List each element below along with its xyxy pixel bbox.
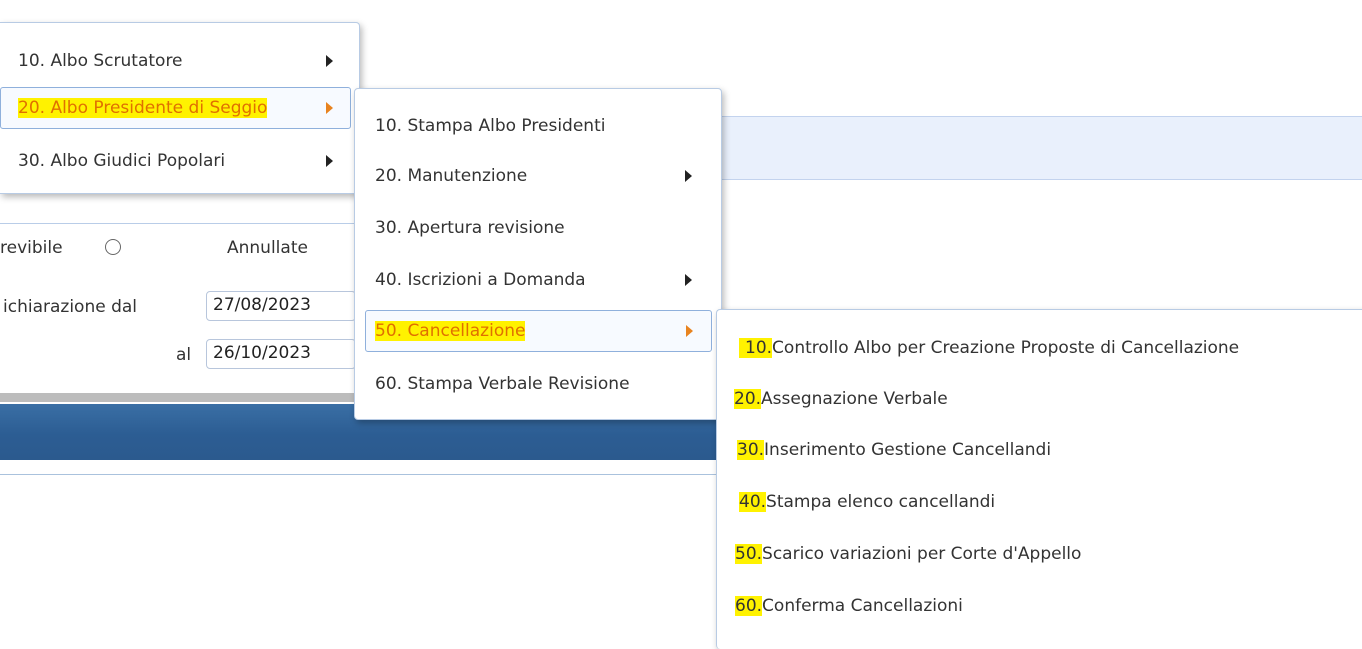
- menu-item-label: Inserimento Gestione Cancellandi: [764, 440, 1052, 460]
- radio-irreperibile[interactable]: [105, 239, 121, 255]
- menu-item-label: Assegnazione Verbale: [761, 389, 948, 409]
- menu-item-manutenzione[interactable]: 20. Manutenzione: [355, 156, 721, 196]
- menu-item-label: Stampa elenco cancellandi: [766, 492, 996, 512]
- menu-item-number: 30.: [737, 440, 765, 460]
- caret-right-icon: [685, 170, 692, 182]
- caret-right-icon: [326, 155, 333, 167]
- option-label-annullate: Annullate: [227, 238, 308, 258]
- menu-item-label: 20. Manutenzione: [375, 166, 528, 186]
- panel-divider: [0, 223, 360, 224]
- menu-item-label: Conferma Cancellazioni: [762, 596, 963, 616]
- date-from-input[interactable]: 27/08/2023: [206, 291, 356, 321]
- menu-item-label: 20. Albo Presidente di Seggio: [18, 98, 268, 118]
- menu-item-assegnazione-verbale[interactable]: 20. Assegnazione Verbale: [717, 379, 1362, 419]
- menu-item-number: 40.: [739, 492, 767, 512]
- menu-item-scarico-variazioni-corte-appello[interactable]: 50. Scarico variazioni per Corte d'Appel…: [717, 534, 1362, 574]
- menu-item-cancellazione[interactable]: 50. Cancellazione: [365, 310, 712, 352]
- menu-item-label: Scarico variazioni per Corte d'Appello: [762, 544, 1082, 564]
- menu-item-number: 10.: [739, 338, 773, 358]
- caret-right-icon: [685, 274, 692, 286]
- menu-cancellazione: 10. Controllo Albo per Creazione Propost…: [716, 309, 1362, 649]
- menu-item-label: 10. Albo Scrutatore: [18, 51, 183, 71]
- caret-right-icon: [686, 325, 693, 337]
- option-label-irreperibile: revibile: [0, 238, 63, 258]
- menu-item-label: 10. Stampa Albo Presidenti: [375, 116, 606, 136]
- menu-item-label: 30. Albo Giudici Popolari: [18, 151, 226, 171]
- menu-item-controllo-albo-proposte[interactable]: 10. Controllo Albo per Creazione Propost…: [717, 328, 1362, 368]
- menu-item-apertura-revisione[interactable]: 30. Apertura revisione: [355, 208, 721, 248]
- menu-item-conferma-cancellazioni[interactable]: 60. Conferma Cancellazioni: [717, 586, 1362, 626]
- menu-item-label: 30. Apertura revisione: [375, 218, 565, 238]
- date-to-input[interactable]: 26/10/2023: [206, 339, 356, 369]
- menu-item-albo-presidente-seggio[interactable]: 20. Albo Presidente di Seggio: [0, 87, 351, 129]
- grid-divider: [0, 474, 760, 475]
- menu-item-albo-giudici-popolari[interactable]: 30. Albo Giudici Popolari: [0, 141, 359, 181]
- menu-albi: 10. Albo Scrutatore 20. Albo Presidente …: [0, 22, 360, 194]
- menu-item-stampa-elenco-cancellandi[interactable]: 40. Stampa elenco cancellandi: [717, 482, 1362, 522]
- menu-item-stampa-verbale-revisione[interactable]: 60. Stampa Verbale Revisione: [355, 364, 721, 404]
- menu-item-inserimento-gestione-cancellandi[interactable]: 30. Inserimento Gestione Cancellandi: [717, 430, 1362, 470]
- menu-presidente-seggio: 10. Stampa Albo Presidenti 20. Manutenzi…: [354, 88, 722, 420]
- menu-item-iscrizioni-domanda[interactable]: 40. Iscrizioni a Domanda: [355, 260, 721, 300]
- caret-right-icon: [326, 55, 333, 67]
- menu-item-albo-scrutatore[interactable]: 10. Albo Scrutatore: [0, 41, 359, 81]
- menu-item-stampa-albo-presidenti[interactable]: 10. Stampa Albo Presidenti: [355, 106, 721, 146]
- menu-item-number: 50.: [735, 544, 763, 564]
- date-to-label: al: [176, 345, 192, 365]
- menu-item-label: Controllo Albo per Creazione Proposte di…: [772, 338, 1240, 358]
- menu-item-number: 20.: [734, 389, 762, 409]
- menu-item-number: 60.: [735, 596, 763, 616]
- date-from-label: ichiarazione dal: [3, 297, 138, 317]
- menu-item-label: 40. Iscrizioni a Domanda: [375, 270, 586, 290]
- caret-right-icon: [326, 102, 333, 114]
- menu-item-label: 50. Cancellazione: [375, 321, 526, 341]
- menu-item-label: 60. Stampa Verbale Revisione: [375, 374, 630, 394]
